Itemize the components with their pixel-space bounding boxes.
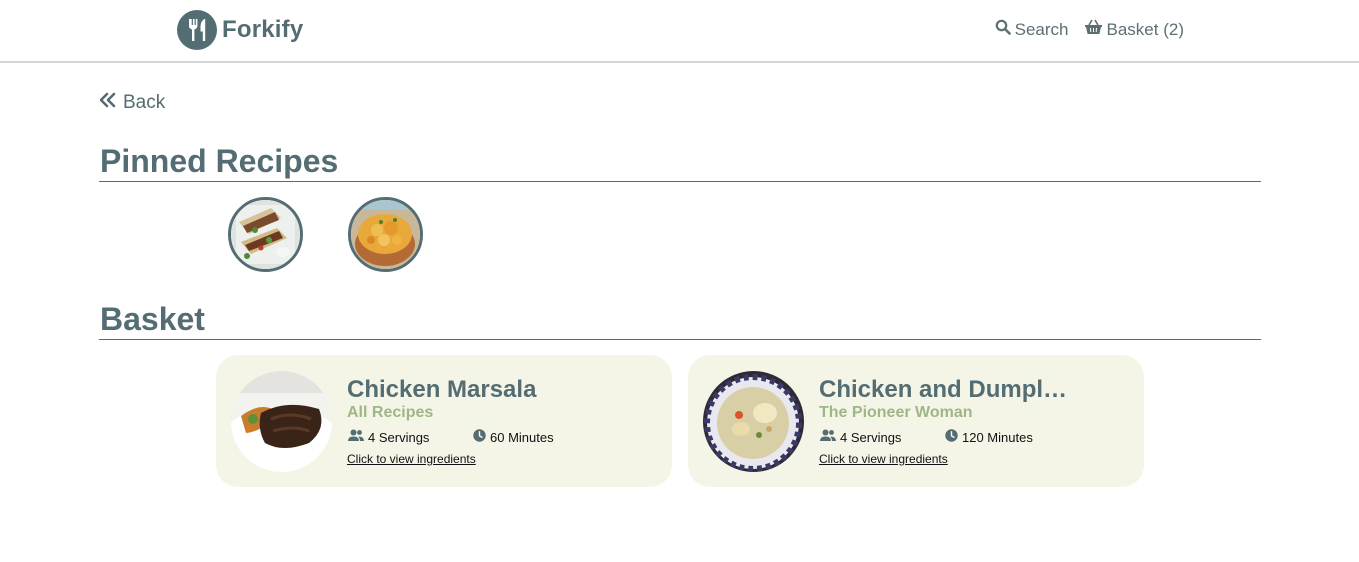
basket-divider — [99, 339, 1261, 340]
basket-recipe-card[interactable]: Chicken Marsala All Recipes 4 Servings 6… — [216, 355, 672, 487]
back-link[interactable]: Back — [99, 92, 165, 114]
recipe-image — [703, 371, 804, 472]
pinned-divider — [99, 181, 1261, 182]
pinned-recipes-heading: Pinned Recipes — [100, 143, 339, 179]
servings-info: 4 Servings — [348, 429, 429, 445]
view-ingredients-link[interactable]: Click to view ingredients — [347, 452, 476, 466]
brand-home-link[interactable]: Forkify — [177, 10, 303, 50]
basket-icon — [1084, 19, 1107, 40]
view-ingredients-link[interactable]: Click to view ingredients — [819, 452, 948, 466]
users-icon — [348, 429, 368, 445]
recipe-image — [231, 371, 332, 472]
basket-heading: Basket — [100, 301, 205, 337]
basket-link[interactable]: Basket (2) — [1084, 19, 1184, 40]
recipe-source: All Recipes — [347, 404, 434, 421]
servings-text: 4 Servings — [840, 429, 902, 445]
users-icon — [820, 429, 840, 445]
navbar: Forkify Search Basket (2) — [0, 0, 1359, 63]
recipe-source: The Pioneer Woman — [819, 404, 973, 421]
double-chevron-left-icon — [99, 92, 123, 114]
recipe-title: Chicken and Dumpl… — [819, 376, 1068, 403]
clock-icon — [945, 429, 962, 445]
time-info: 60 Minutes — [473, 429, 554, 445]
recipe-title: Chicken Marsala — [347, 376, 537, 403]
servings-text: 4 Servings — [368, 429, 430, 445]
search-label: Search — [1014, 19, 1069, 39]
clock-icon — [473, 429, 490, 445]
basket-label: Basket (2) — [1106, 19, 1184, 39]
pinned-recipe-thumbnail[interactable] — [348, 197, 423, 272]
nav-links: Search Basket (2) — [995, 19, 1184, 40]
search-icon — [995, 19, 1015, 40]
time-info: 120 Minutes — [945, 429, 1033, 445]
time-text: 120 Minutes — [962, 429, 1033, 445]
pinned-recipe-thumbnail[interactable] — [228, 197, 303, 272]
back-label: Back — [123, 92, 166, 113]
basket-recipe-card[interactable]: Chicken and Dumpl… The Pioneer Woman 4 S… — [688, 355, 1144, 487]
time-text: 60 Minutes — [490, 429, 554, 445]
search-link[interactable]: Search — [995, 19, 1069, 40]
servings-info: 4 Servings — [820, 429, 901, 445]
fork-knife-icon — [177, 10, 217, 50]
brand-name: Forkify — [222, 16, 304, 43]
